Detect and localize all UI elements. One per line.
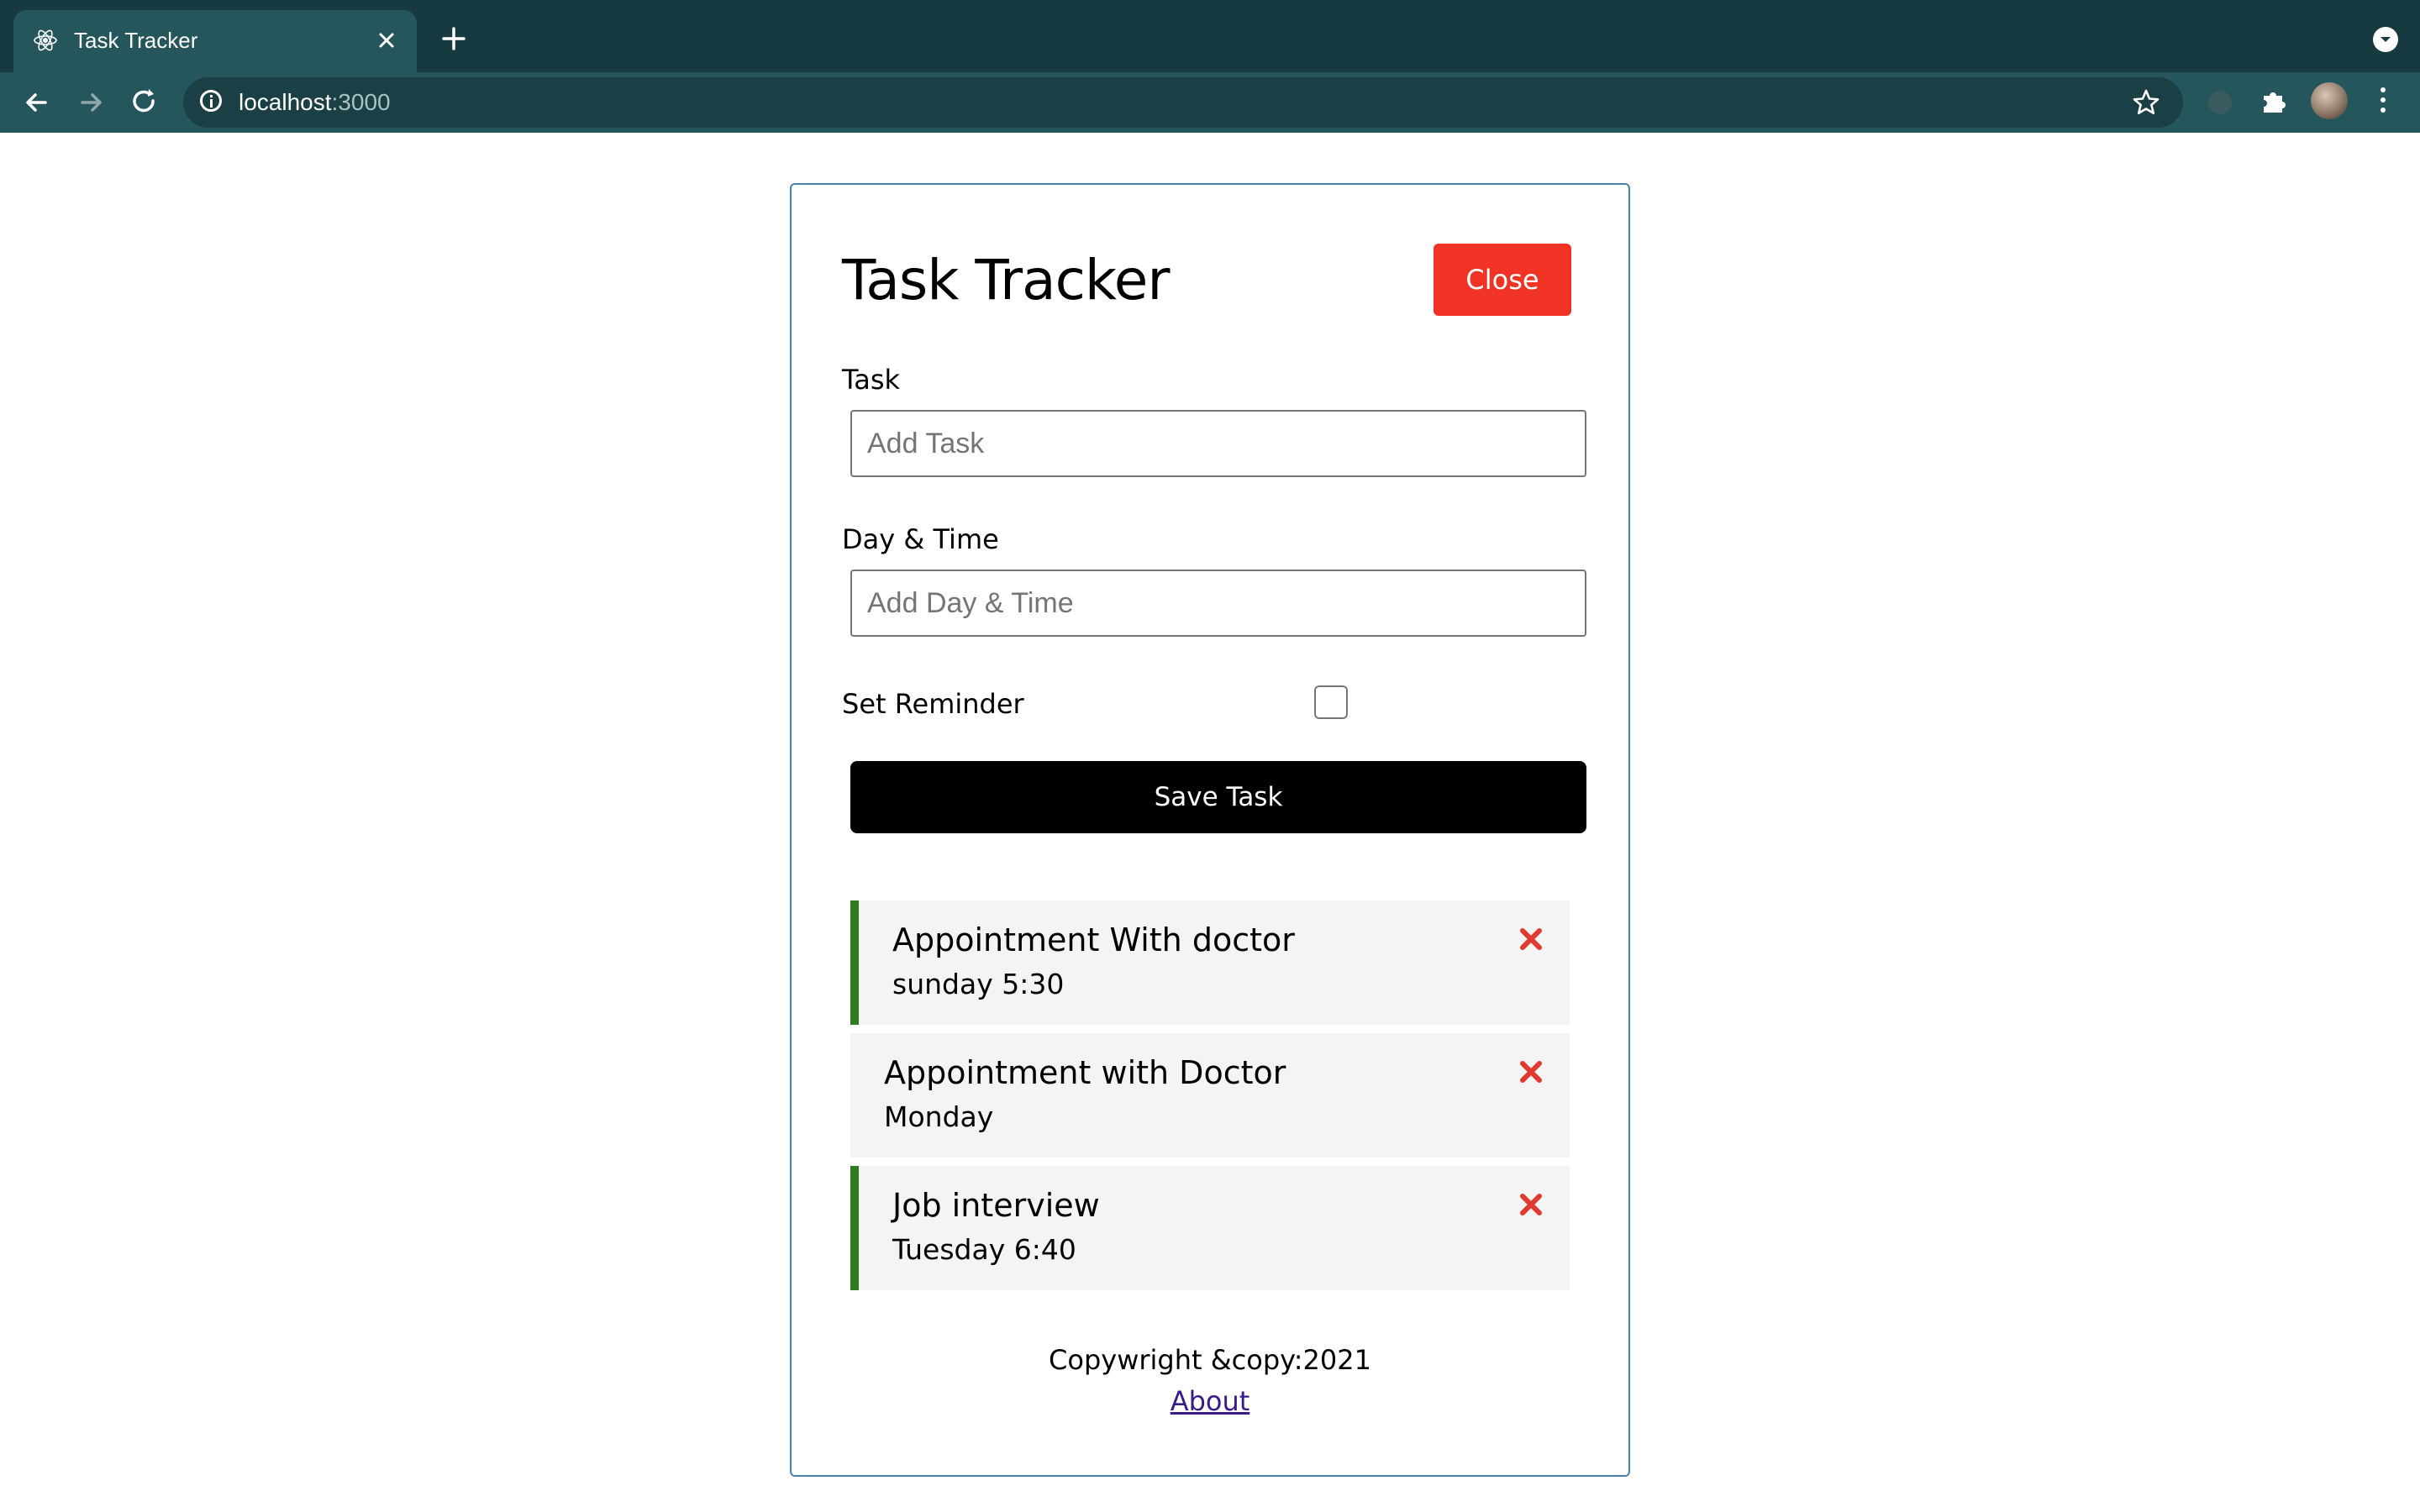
plus-icon[interactable] bbox=[437, 22, 471, 55]
url-port: :3000 bbox=[331, 89, 391, 115]
close-button[interactable]: Close bbox=[1434, 244, 1571, 316]
day-time-input[interactable] bbox=[850, 570, 1586, 637]
task-day: Monday bbox=[884, 1100, 994, 1133]
day-time-label: Day & Time bbox=[842, 523, 999, 555]
page-title: Task Tracker bbox=[842, 248, 1171, 312]
more-vertical-icon[interactable] bbox=[2373, 82, 2393, 119]
delete-icon[interactable] bbox=[1516, 1189, 1546, 1220]
url-text: localhost:3000 bbox=[239, 87, 391, 118]
task-item[interactable]: Appointment With doctor sunday 5:30 bbox=[850, 900, 1570, 1025]
avatar[interactable] bbox=[2311, 82, 2348, 119]
reload-icon[interactable] bbox=[124, 82, 165, 123]
close-icon[interactable] bbox=[371, 25, 402, 55]
star-icon[interactable] bbox=[2129, 86, 2163, 119]
info-icon[interactable] bbox=[200, 90, 222, 112]
address-bar[interactable]: localhost:3000 bbox=[183, 77, 2183, 128]
task-item[interactable]: Appointment with Doctor Monday bbox=[850, 1033, 1570, 1158]
task-title: Job interview bbox=[892, 1187, 1100, 1224]
arrow-right-icon[interactable] bbox=[71, 82, 111, 123]
puzzle-icon[interactable] bbox=[2255, 82, 2292, 119]
reminder-checkbox[interactable] bbox=[1314, 685, 1348, 719]
tab-title: Task Tracker bbox=[74, 28, 198, 53]
react-logo-icon bbox=[32, 27, 59, 54]
delete-icon[interactable] bbox=[1516, 924, 1546, 954]
browser-toolbar: localhost:3000 bbox=[0, 72, 2420, 133]
extension-icon[interactable] bbox=[2208, 91, 2232, 114]
browser-tab-active[interactable]: Task Tracker bbox=[13, 10, 417, 72]
footer: Copywright &copy:2021 About bbox=[792, 1339, 1628, 1421]
about-link[interactable]: About bbox=[1171, 1385, 1250, 1417]
task-day: Tuesday 6:40 bbox=[892, 1233, 1076, 1266]
chevron-down-icon[interactable] bbox=[2373, 27, 2398, 52]
task-input[interactable] bbox=[850, 410, 1586, 477]
browser-tab-strip: Task Tracker bbox=[0, 0, 2420, 72]
task-tracker-container: Task Tracker Close Task Day & Time Set R… bbox=[790, 183, 1630, 1477]
task-item[interactable]: Job interview Tuesday 6:40 bbox=[850, 1166, 1570, 1290]
url-host: localhost bbox=[239, 89, 332, 115]
task-day: sunday 5:30 bbox=[892, 968, 1065, 1000]
delete-icon[interactable] bbox=[1516, 1057, 1546, 1087]
reminder-label: Set Reminder bbox=[842, 688, 1024, 720]
save-task-button[interactable]: Save Task bbox=[850, 761, 1586, 833]
task-label: Task bbox=[842, 364, 901, 396]
task-title: Appointment With doctor bbox=[892, 921, 1295, 958]
arrow-left-icon[interactable] bbox=[17, 82, 57, 123]
task-title: Appointment with Doctor bbox=[884, 1054, 1286, 1091]
copyright-text: Copywright &copy:2021 bbox=[1049, 1344, 1371, 1376]
